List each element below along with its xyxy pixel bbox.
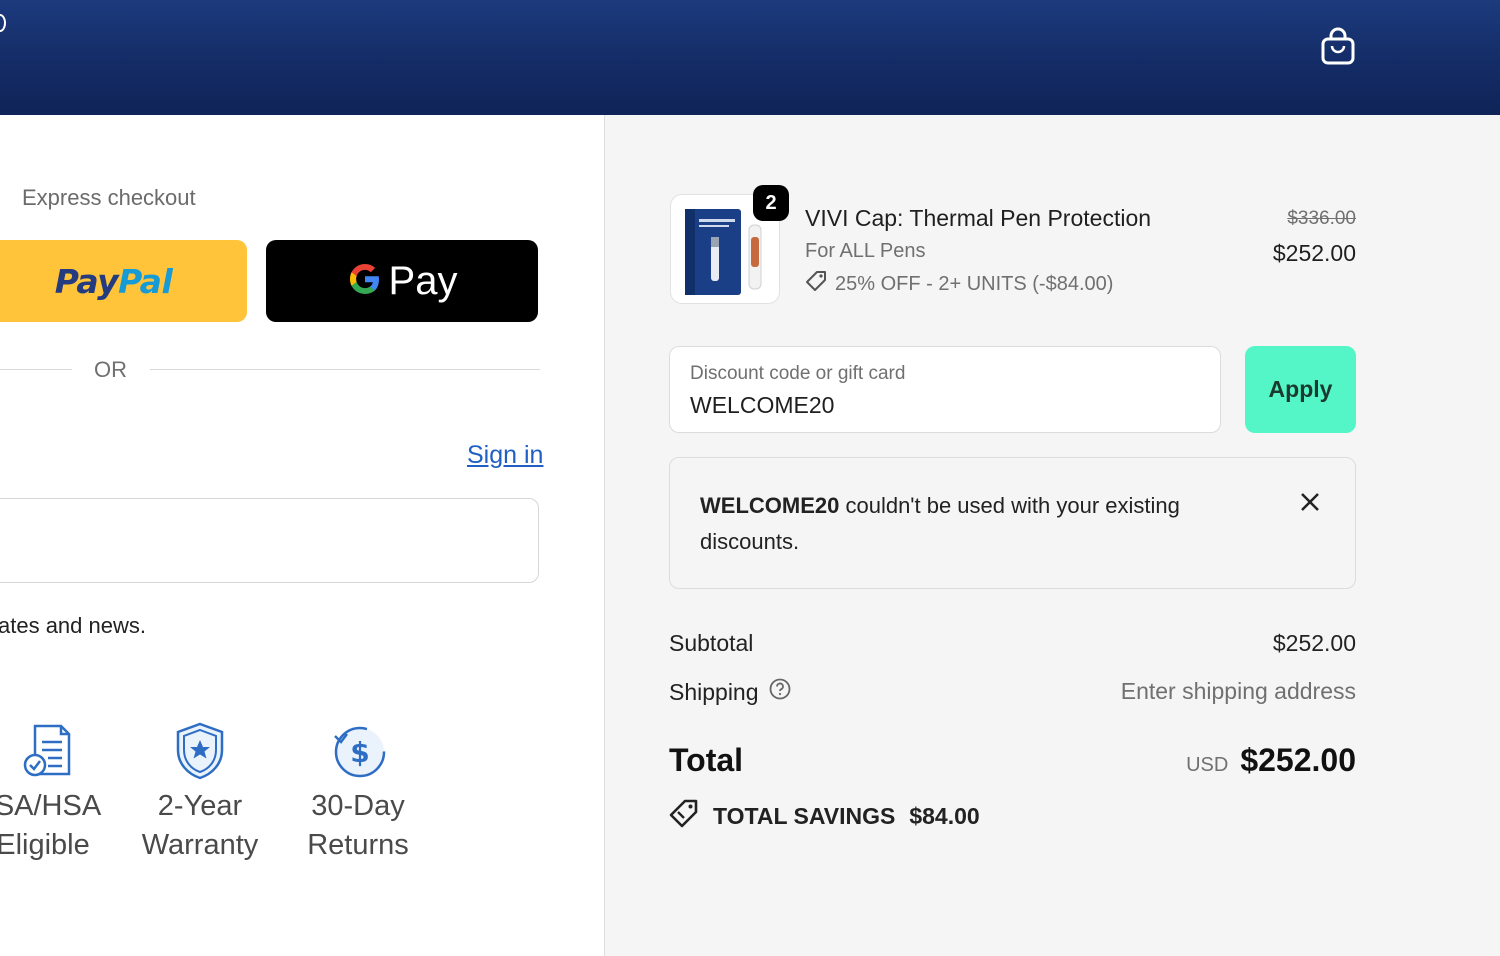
- email-input[interactable]: [0, 498, 539, 583]
- total-value: USD $252.00: [1186, 742, 1356, 779]
- svg-text:$: $: [350, 736, 369, 769]
- subtotal-value: $252.00: [1272, 630, 1356, 656]
- original-price: $336.00: [1287, 208, 1356, 229]
- discount-code-input[interactable]: Discount code or gift card WELCOME20: [669, 346, 1221, 433]
- tag-icon: [805, 270, 827, 298]
- discount-field-label: Discount code or gift card: [690, 363, 906, 384]
- paypal-button[interactable]: Pay Pal: [0, 240, 247, 322]
- total-label: Total: [669, 742, 744, 778]
- paypal-logo-part2: Pal: [118, 261, 173, 301]
- product-title: VIVI Cap: Thermal Pen Protection: [805, 205, 1152, 231]
- total-currency: USD: [1186, 754, 1229, 776]
- shipping-value: Enter shipping address: [1120, 678, 1356, 704]
- newsletter-label: ates and news.: [0, 613, 146, 638]
- apply-button[interactable]: Apply: [1245, 346, 1356, 433]
- or-label: OR: [94, 357, 127, 382]
- shipping-row: Shipping: [669, 678, 791, 706]
- divider-line-right: [150, 369, 540, 370]
- subtotal-label: Subtotal: [669, 630, 754, 656]
- savings-tag-icon: [669, 798, 699, 834]
- google-pay-label: Pay: [388, 258, 458, 303]
- notice-code: WELCOME20: [700, 493, 840, 518]
- partial-icon: [0, 14, 6, 32]
- divider-line-left: [0, 369, 72, 370]
- google-g-icon: [347, 261, 383, 302]
- product-discount-text: 25% OFF - 2+ UNITS (-$84.00): [835, 272, 1114, 295]
- product-discount: 25% OFF - 2+ UNITS (-$84.00): [805, 270, 1113, 298]
- fsa-hsa-line1: SA/HSA: [0, 790, 102, 822]
- google-pay-button[interactable]: Pay: [266, 240, 538, 322]
- total-savings: TOTAL SAVINGS $84.00: [669, 798, 980, 834]
- product-variant: For ALL Pens: [805, 240, 926, 262]
- discount-error-notice: WELCOME20 couldn't be used with your exi…: [669, 457, 1356, 589]
- paypal-logo-part1: Pay: [54, 261, 119, 301]
- shipping-label: Shipping: [669, 678, 759, 705]
- or-divider: OR: [0, 357, 540, 382]
- returns-line2: Returns: [307, 829, 409, 861]
- dollar-refresh-icon: $: [278, 720, 438, 787]
- sign-in-link[interactable]: Sign in: [467, 441, 543, 470]
- close-icon[interactable]: [1298, 490, 1322, 514]
- total-amount: $252.00: [1240, 742, 1356, 778]
- warranty-line2: Warranty: [141, 829, 259, 861]
- notice-message: WELCOME20 couldn't be used with your exi…: [700, 488, 1260, 560]
- warranty-line1: 2-Year: [157, 790, 243, 822]
- returns-badge: $ 30-Day Returns: [278, 720, 438, 865]
- fsa-hsa-line2: Eligible: [0, 829, 90, 861]
- shield-star-icon: [120, 720, 280, 787]
- express-checkout-label: Express checkout: [22, 185, 196, 210]
- savings-value: $84.00: [909, 802, 980, 829]
- returns-line1: 30-Day: [311, 790, 405, 822]
- document-check-icon: [0, 720, 130, 787]
- warranty-badge: 2-Year Warranty: [120, 720, 280, 865]
- fsa-hsa-badge: SA/HSA Eligible: [0, 720, 130, 865]
- checkout-main: Express checkout Pay Pal Pay OR Sign in a…: [0, 115, 605, 956]
- help-icon[interactable]: [769, 678, 791, 706]
- shopping-bag-icon[interactable]: [1318, 26, 1358, 68]
- savings-label: TOTAL SAVINGS: [713, 802, 896, 829]
- quantity-badge: 2: [753, 185, 789, 221]
- header-bar: [0, 0, 1500, 115]
- final-price: $252.00: [1272, 240, 1356, 266]
- discount-field-value: WELCOME20: [690, 392, 835, 418]
